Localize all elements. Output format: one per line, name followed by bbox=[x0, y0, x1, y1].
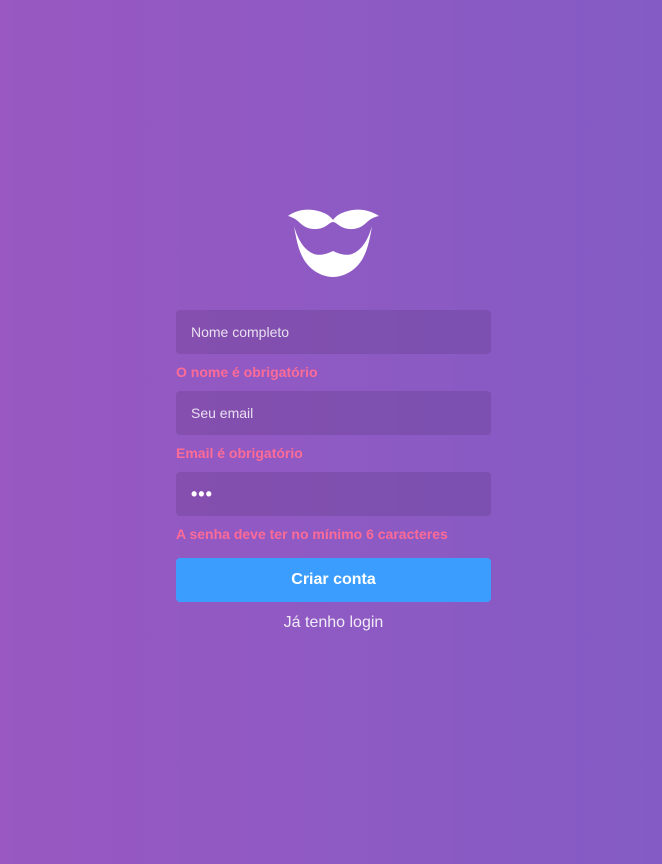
signup-form-container: O nome é obrigatório Email é obrigatório… bbox=[176, 0, 491, 864]
password-input[interactable] bbox=[176, 472, 491, 516]
name-error-message: O nome é obrigatório bbox=[176, 364, 318, 380]
email-input[interactable] bbox=[176, 391, 491, 435]
already-have-login-link[interactable]: Já tenho login bbox=[176, 614, 491, 632]
create-account-button[interactable]: Criar conta bbox=[176, 558, 491, 602]
password-error-message: A senha deve ter no mínimo 6 caracteres bbox=[176, 526, 448, 542]
mustache-beard-icon bbox=[288, 209, 379, 277]
email-error-message: Email é obrigatório bbox=[176, 445, 303, 461]
full-name-input[interactable] bbox=[176, 310, 491, 354]
